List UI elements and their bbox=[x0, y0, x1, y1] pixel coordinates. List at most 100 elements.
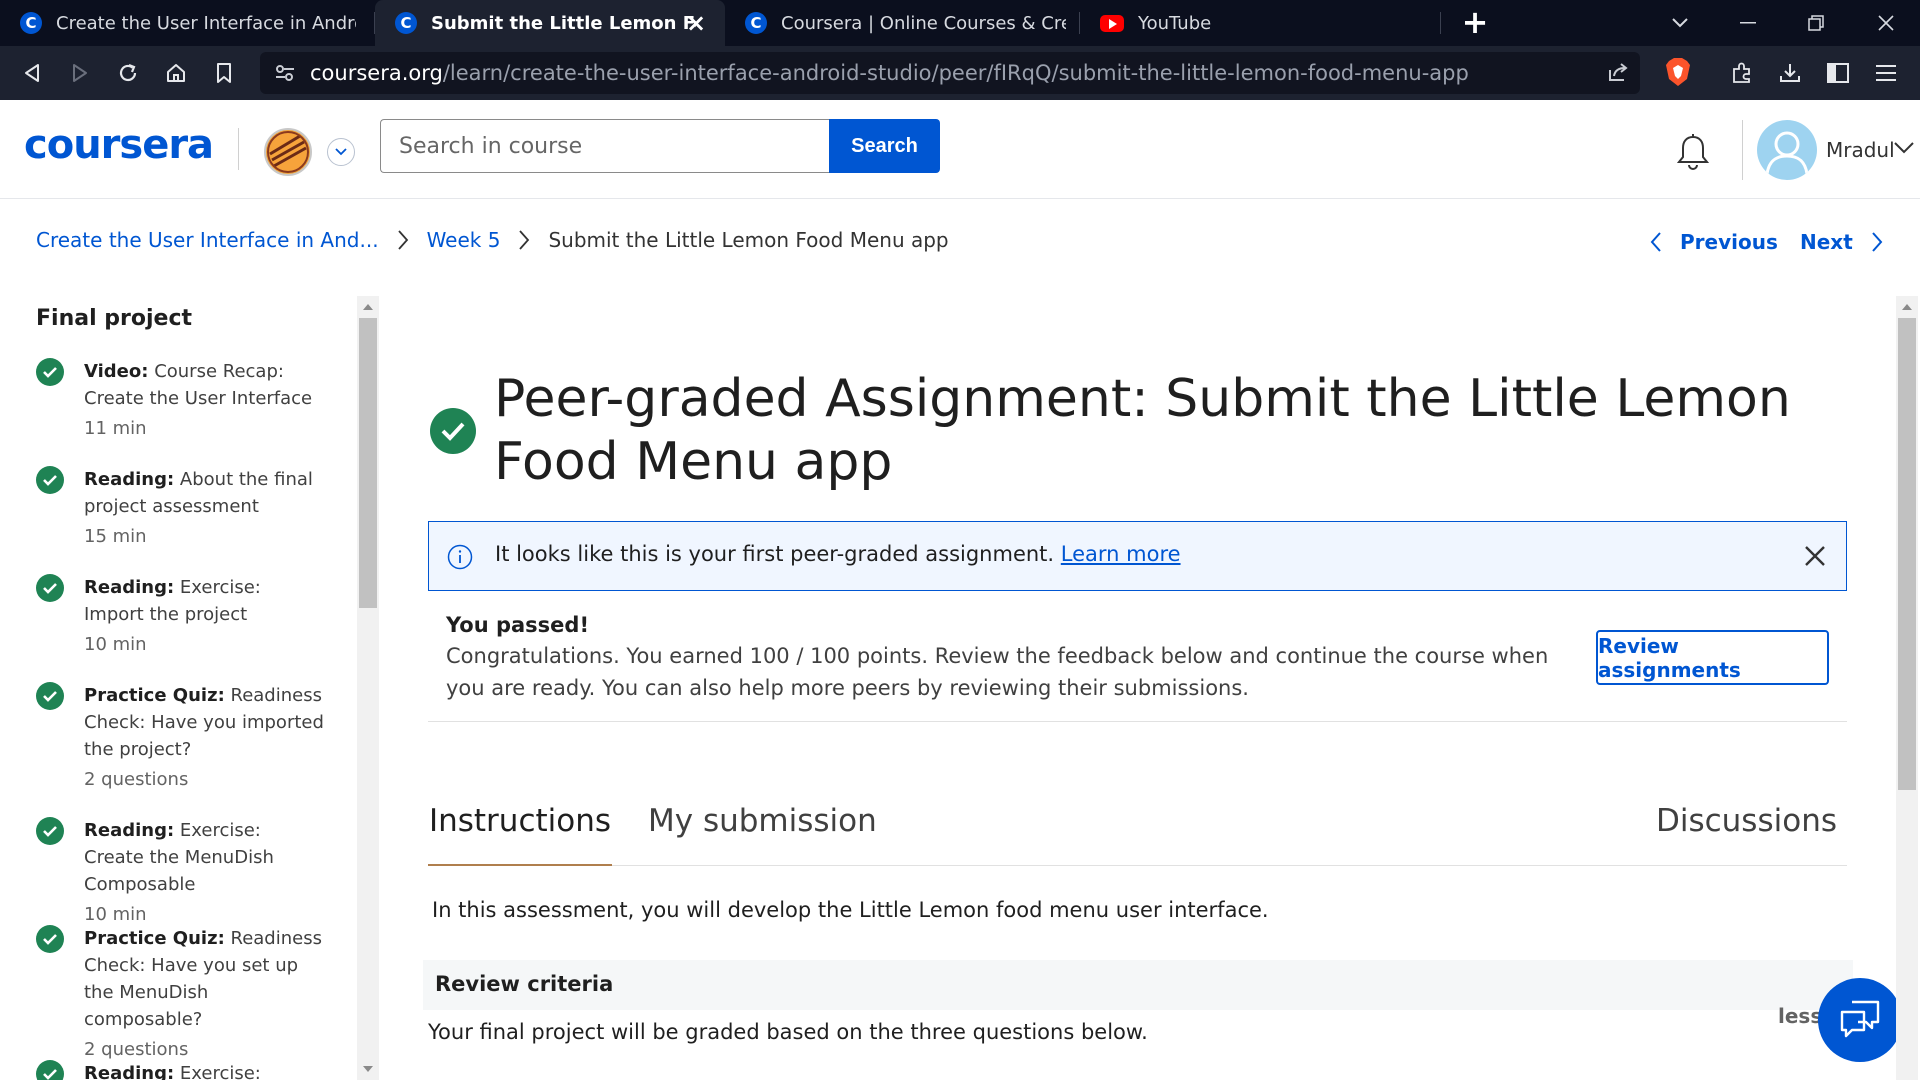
chevron-down-icon[interactable] bbox=[327, 138, 355, 166]
scrollbar-thumb[interactable] bbox=[1898, 318, 1916, 790]
close-icon[interactable] bbox=[1800, 541, 1830, 575]
tab-title: YouTube bbox=[1138, 12, 1212, 34]
show-less-link[interactable]: less bbox=[1778, 1004, 1822, 1028]
username[interactable]: Mradul bbox=[1826, 138, 1895, 162]
chat-bubble-icon bbox=[1838, 998, 1882, 1042]
breadcrumb-week[interactable]: Week 5 bbox=[427, 228, 501, 252]
site-header: coursera Search in course Search Mradul bbox=[0, 100, 1920, 199]
browser-tab[interactable]: C Create the User Interface in Android S… bbox=[0, 0, 375, 46]
header-divider bbox=[1742, 120, 1743, 180]
tab-title: Create the User Interface in Android St bbox=[56, 12, 356, 34]
search-button[interactable]: Search bbox=[829, 119, 940, 173]
divider bbox=[428, 721, 1847, 722]
scroll-down-arrow-icon[interactable] bbox=[363, 1066, 373, 1072]
sidebar-item-duration: 2 questions bbox=[84, 769, 189, 790]
chevron-right-icon bbox=[518, 229, 530, 251]
restore-icon[interactable] bbox=[1786, 0, 1846, 46]
completed-check-icon bbox=[36, 574, 64, 602]
coursera-icon: C bbox=[745, 12, 767, 34]
sidebar-scrollbar[interactable] bbox=[357, 296, 379, 1080]
coursera-logo[interactable]: coursera bbox=[24, 122, 214, 168]
learn-more-link[interactable]: Learn more bbox=[1061, 542, 1181, 566]
completed-check-icon bbox=[36, 1060, 64, 1080]
result-panel: You passed! Congratulations. You earned … bbox=[446, 610, 1556, 704]
sidebar-toggle-icon[interactable] bbox=[1822, 57, 1854, 89]
url-domain: coursera.org bbox=[310, 61, 443, 85]
chevron-right-icon bbox=[397, 229, 409, 251]
breadcrumb: Create the User Interface in And... Week… bbox=[36, 228, 949, 252]
close-icon[interactable]: × bbox=[683, 10, 709, 36]
coursera-icon: C bbox=[20, 12, 42, 34]
minimize-icon[interactable] bbox=[1718, 0, 1778, 46]
extensions-icon[interactable] bbox=[1726, 57, 1758, 89]
browser-tab[interactable]: C Coursera | Online Courses & Credenti bbox=[725, 0, 1080, 46]
sidebar-item-type: Practice Quiz: bbox=[84, 685, 225, 706]
scroll-up-arrow-icon[interactable] bbox=[363, 304, 373, 310]
university-logo[interactable] bbox=[264, 128, 312, 176]
previous-label: Previous bbox=[1680, 230, 1778, 254]
banner-message: It looks like this is your first peer-gr… bbox=[495, 542, 1055, 566]
completed-check-icon bbox=[36, 817, 64, 845]
header-divider bbox=[238, 128, 239, 170]
scrollbar-thumb[interactable] bbox=[359, 318, 377, 608]
new-tab-button[interactable]: + bbox=[1460, 6, 1490, 38]
sidebar-item-duration: 2 questions bbox=[84, 1039, 189, 1060]
menu-icon[interactable] bbox=[1870, 57, 1902, 89]
forward-icon[interactable] bbox=[64, 57, 96, 89]
completed-check-icon bbox=[36, 682, 64, 710]
page-title: Peer-graded Assignment: Submit the Littl… bbox=[494, 369, 1791, 492]
course-sidebar: Final project Video: Course Recap: Creat… bbox=[0, 296, 380, 1080]
window-close-icon[interactable] bbox=[1856, 0, 1916, 46]
next-button[interactable]: Next bbox=[1800, 230, 1883, 254]
breadcrumb-course[interactable]: Create the User Interface in And... bbox=[36, 228, 379, 252]
bookmark-icon[interactable] bbox=[208, 57, 240, 89]
scroll-up-arrow-icon[interactable] bbox=[1902, 304, 1912, 310]
tab-title: Submit the Little Lemon Food Me bbox=[431, 12, 696, 34]
avatar[interactable] bbox=[1757, 120, 1817, 180]
sidebar-item-type: Reading: bbox=[84, 469, 175, 490]
sidebar-item-duration: 10 min bbox=[84, 904, 147, 925]
home-icon[interactable] bbox=[160, 57, 192, 89]
brave-shield-icon[interactable] bbox=[1665, 57, 1691, 91]
chat-help-button[interactable] bbox=[1818, 978, 1902, 1062]
search-input[interactable]: Search in course bbox=[380, 119, 830, 173]
review-assignments-button[interactable]: Review assignments bbox=[1596, 630, 1829, 685]
notification-bell-icon[interactable] bbox=[1675, 133, 1711, 175]
url-path: /learn/create-the-user-interface-android… bbox=[442, 61, 1469, 85]
tab-instructions[interactable]: Instructions bbox=[428, 790, 612, 866]
sidebar-item-type: Video: bbox=[84, 361, 149, 382]
chevron-down-icon[interactable] bbox=[1893, 140, 1915, 159]
info-icon bbox=[447, 544, 473, 574]
review-criteria-text: Your final project will be graded based … bbox=[428, 1020, 1148, 1044]
sidebar-section-title: Final project bbox=[36, 306, 193, 331]
reload-icon[interactable] bbox=[112, 57, 144, 89]
page-scrollbar[interactable] bbox=[1896, 296, 1918, 1080]
breadcrumb-current: Submit the Little Lemon Food Menu app bbox=[548, 228, 949, 252]
sidebar-item-duration: 15 min bbox=[84, 526, 147, 547]
completed-check-icon bbox=[36, 466, 64, 494]
review-criteria-title: Review criteria bbox=[435, 972, 614, 996]
previous-button[interactable]: Previous bbox=[1650, 230, 1778, 254]
share-icon[interactable] bbox=[1606, 60, 1630, 89]
tab-separator bbox=[1440, 12, 1441, 34]
sidebar-item-type: Reading: bbox=[84, 1063, 175, 1080]
result-title: You passed! bbox=[446, 613, 590, 637]
site-settings-icon[interactable] bbox=[274, 63, 296, 88]
sidebar-item-type: Reading: bbox=[84, 577, 175, 598]
completed-check-icon bbox=[36, 358, 64, 386]
assignment-tabs: Instructions My submission Discussions bbox=[428, 790, 1847, 866]
next-label: Next bbox=[1800, 230, 1853, 254]
browser-tab-active[interactable]: C Submit the Little Lemon Food Me × bbox=[375, 0, 725, 46]
completed-check-icon bbox=[430, 408, 476, 454]
youtube-icon bbox=[1100, 14, 1124, 32]
tab-my-submission[interactable]: My submission bbox=[648, 790, 877, 866]
info-banner: It looks like this is your first peer-gr… bbox=[428, 521, 1847, 591]
back-icon[interactable] bbox=[16, 57, 48, 89]
browser-tab[interactable]: YouTube bbox=[1080, 0, 1280, 46]
chevron-left-icon bbox=[1650, 231, 1662, 253]
tab-title: Coursera | Online Courses & Credenti bbox=[781, 12, 1066, 34]
tab-search-icon[interactable] bbox=[1650, 0, 1710, 46]
tab-discussions[interactable]: Discussions bbox=[1656, 790, 1837, 866]
address-bar[interactable]: coursera.org/learn/create-the-user-inter… bbox=[260, 52, 1640, 94]
download-icon[interactable] bbox=[1774, 57, 1806, 89]
